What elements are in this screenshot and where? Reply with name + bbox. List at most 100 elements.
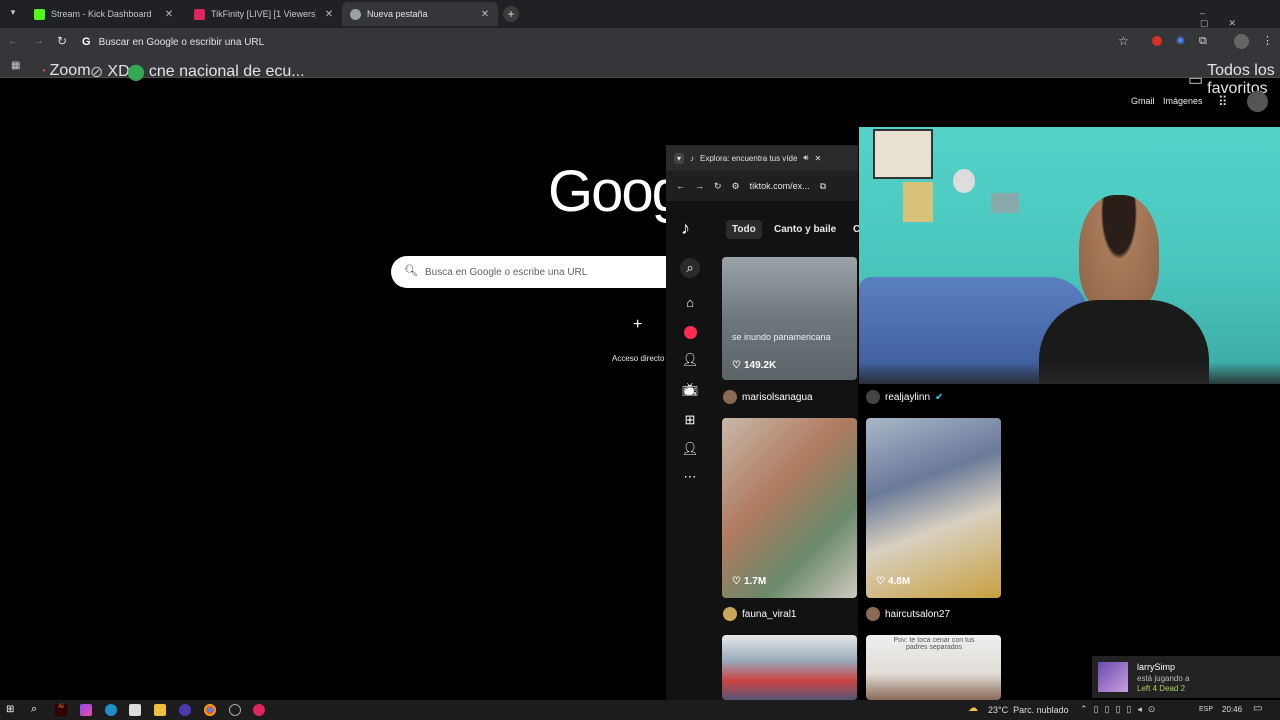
apps-icon[interactable]: ▦	[11, 60, 20, 71]
webcam-overlay	[859, 127, 1280, 384]
windows-start-icon[interactable]: ⊞	[6, 704, 14, 715]
folder-icon: ▭	[1188, 72, 1204, 89]
store-icon[interactable]	[129, 704, 141, 716]
search-input[interactable]: 🔍︎ Busca en Google o escribe una URL	[391, 256, 681, 288]
search-icon: 🔍︎	[404, 265, 418, 277]
zoom-icon: ●	[42, 68, 46, 74]
avatar	[866, 390, 880, 404]
likes-count: ♡ 1.7M	[732, 576, 767, 587]
video-author[interactable]: fauna_viral1	[723, 607, 796, 621]
new-tab-button[interactable]: +	[503, 6, 519, 22]
google-g-icon: G	[82, 36, 91, 48]
gmail-link[interactable]: Gmail	[1131, 96, 1155, 106]
add-shortcut-icon[interactable]: +	[633, 316, 642, 334]
tiktok-icon[interactable]	[253, 704, 265, 716]
video-card[interactable]: Pov: te toca cenar con tus padres separa…	[866, 635, 1001, 700]
video-card[interactable]: se inundo panamericana ♡ 149.2K	[722, 257, 857, 380]
forward-icon[interactable]: →	[695, 181, 704, 191]
clock[interactable]: 20:46	[1222, 705, 1242, 714]
avatar	[723, 607, 737, 621]
back-icon[interactable]: ←	[8, 35, 19, 47]
bookmark-xd[interactable]: ⊘ XD	[90, 62, 130, 82]
google-logo: Goog	[548, 159, 684, 224]
translate-icon[interactable]: ⧉	[820, 181, 826, 192]
all-bookmarks[interactable]: ▭ Todos los favoritos	[1188, 62, 1280, 98]
video-card[interactable]	[722, 635, 857, 700]
weather-text[interactable]: 23°C Parc. nublado	[988, 705, 1069, 715]
edge-icon[interactable]	[105, 704, 117, 716]
chrome-icon[interactable]	[204, 704, 216, 716]
map-pin-icon: ⬤	[127, 64, 145, 81]
language-indicator[interactable]: ESP	[1199, 706, 1213, 713]
game-notification[interactable]: larrySimp está jugando a Left 4 Dead 2	[1092, 656, 1280, 698]
extension-blue-icon[interactable]: ◉	[1176, 35, 1185, 46]
video-author[interactable]: haircutsalon27	[866, 607, 950, 621]
close-icon[interactable]: ✕	[814, 154, 821, 163]
home-icon[interactable]: ⌂	[680, 292, 700, 312]
video-author[interactable]: realjaylinn ✔	[866, 390, 943, 404]
app-icon[interactable]	[229, 704, 241, 716]
notification-user: larrySimp	[1137, 662, 1176, 672]
back-icon[interactable]: ←	[676, 181, 685, 191]
person	[1039, 195, 1209, 384]
chevron-down-icon[interactable]: ▾	[674, 152, 685, 164]
tiktok-window-titlebar: ▾ ♪ Explora: encuentra tus víde 🔊︎ ✕	[666, 145, 858, 171]
live-icon[interactable]: 📺︎	[680, 380, 700, 400]
notifications-icon[interactable]: ▭	[1253, 703, 1262, 714]
upload-icon[interactable]: ⊞	[680, 410, 700, 430]
extension-red-icon[interactable]	[1152, 36, 1162, 46]
tiktok-logo-icon[interactable]: ♪	[681, 218, 690, 239]
speaker-icon[interactable]: 🔊︎	[803, 153, 808, 163]
menu-icon[interactable]: ⋮	[1262, 34, 1273, 47]
video-card[interactable]: ♡ 4.8M	[866, 418, 1001, 598]
app-icon[interactable]	[179, 704, 191, 716]
avatar	[723, 390, 737, 404]
reload-icon[interactable]: ↻	[57, 34, 67, 48]
tab-new-tab[interactable]: Nueva pestaña ✕	[342, 2, 498, 26]
site-info-icon[interactable]: ⚙	[732, 181, 740, 192]
wall-poster	[903, 182, 933, 222]
heart-icon: ♡	[876, 576, 885, 587]
video-card[interactable]: ♡ 1.7M	[722, 418, 857, 598]
search-icon[interactable]: ⌕	[31, 703, 37, 716]
close-icon[interactable]: ✕	[322, 9, 336, 20]
category-todo[interactable]: Todo	[726, 220, 762, 239]
add-shortcut-label: Acceso directo	[612, 354, 665, 363]
illustrator-icon[interactable]: Ai	[55, 704, 67, 716]
extensions-icon[interactable]: ⧉	[1199, 35, 1207, 48]
video-overlay-text: se inundo panamericana	[732, 332, 831, 342]
window-controls[interactable]: –▢✕	[1200, 8, 1280, 29]
desk-shadow	[859, 362, 1280, 384]
reload-icon[interactable]: ↻	[714, 181, 722, 192]
following-icon[interactable]: 👤︎	[680, 350, 700, 370]
tab-tikfinity[interactable]: TikFinity [LIVE] [1 Viewers] ✕	[186, 2, 342, 26]
tray-icons[interactable]: ⌃▯▯▯▯◂⊙	[1080, 704, 1161, 715]
profile-avatar[interactable]	[1234, 34, 1249, 49]
tab-kick[interactable]: Stream - Kick Dashboard ✕	[26, 2, 182, 26]
profile-icon[interactable]: 👤︎	[680, 439, 700, 459]
images-link[interactable]: Imágenes	[1163, 96, 1203, 106]
folder-icon[interactable]	[154, 704, 166, 716]
search-icon[interactable]: ⌕	[680, 258, 700, 278]
kick-icon	[34, 8, 45, 20]
account-avatar[interactable]	[1247, 91, 1268, 112]
app-icon[interactable]	[80, 704, 92, 716]
tiktok-url-bar: ← → ↻ ⚙ tiktok.com/ex... ⧉	[666, 171, 858, 201]
more-icon[interactable]: ⋯	[680, 467, 700, 487]
bookmark-cne[interactable]: ⬤ cne nacional de ecu...	[127, 62, 305, 82]
star-icon[interactable]: ☆	[1118, 34, 1129, 48]
wall-picture	[991, 193, 1019, 213]
notification-status: está jugando a	[1137, 674, 1190, 683]
forward-icon[interactable]: →	[33, 35, 44, 47]
tab-search-button[interactable]: ▾	[6, 7, 20, 21]
explore-icon[interactable]	[680, 322, 700, 342]
address-bar[interactable]: G Buscar en Google o escribir una URL	[82, 31, 1142, 53]
close-icon[interactable]: ✕	[478, 9, 492, 20]
wall-clock	[953, 169, 975, 193]
weather-icon: ☁	[968, 703, 978, 714]
google-apps-icon[interactable]: ⠿	[1218, 94, 1228, 110]
close-icon[interactable]: ✕	[162, 9, 176, 20]
bookmark-zoom[interactable]: ● Zoom	[42, 62, 91, 80]
category-canto[interactable]: Canto y baile	[774, 224, 836, 235]
video-author[interactable]: marisolsanagua	[723, 390, 813, 404]
